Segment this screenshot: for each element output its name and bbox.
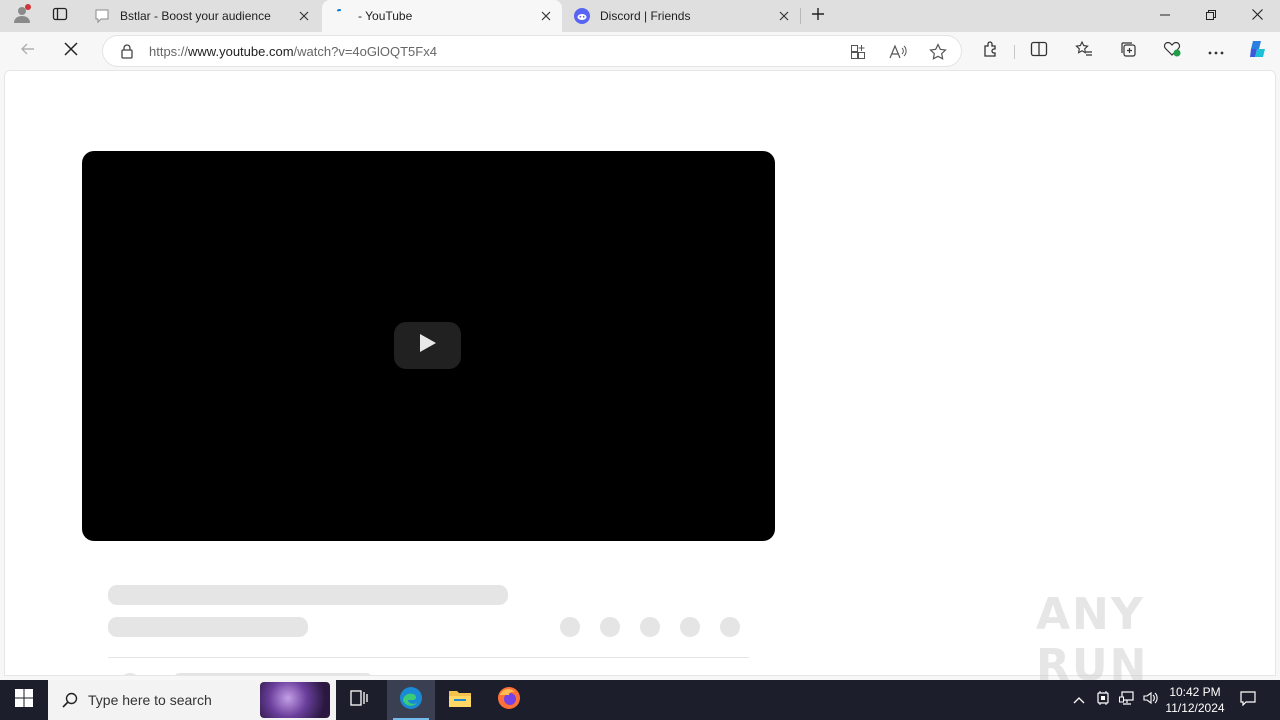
- lock-icon[interactable]: [119, 43, 135, 59]
- search-icon: [60, 690, 80, 710]
- read-aloud-icon[interactable]: [887, 41, 909, 63]
- tab-actions-icon: [52, 6, 68, 27]
- collections-icon: [1119, 40, 1137, 63]
- url-host: www.youtube.com: [188, 44, 294, 59]
- action-placeholder: [680, 617, 700, 637]
- tab-discord[interactable]: Discord | Friends: [564, 0, 800, 32]
- action-placeholder: [560, 617, 580, 637]
- back-arrow-icon: [20, 41, 36, 62]
- task-view-button[interactable]: [336, 680, 384, 720]
- loading-icon: [332, 8, 348, 24]
- url-text[interactable]: https://www.youtube.com/watch?v=4oGlOQT5…: [149, 44, 437, 59]
- device-tray-button[interactable]: [1092, 680, 1114, 720]
- search-placeholder: Type here to search: [88, 692, 212, 708]
- more-dots-icon: [1208, 42, 1224, 60]
- tab-actions-button[interactable]: [46, 2, 74, 30]
- copilot-button[interactable]: [1244, 37, 1272, 65]
- network-tray-button[interactable]: [1116, 680, 1138, 720]
- clock-time: 10:42 PM: [1169, 685, 1221, 699]
- plus-icon: [811, 7, 825, 26]
- restore-button[interactable]: [1188, 0, 1234, 32]
- speaker-icon: [1143, 690, 1159, 711]
- action-placeholder: [640, 617, 660, 637]
- play-icon: [419, 333, 437, 358]
- notifications-button[interactable]: [1234, 680, 1262, 720]
- tab-youtube[interactable]: - YouTube: [322, 0, 562, 32]
- new-tab-button[interactable]: [804, 2, 832, 30]
- url-scheme: https://: [149, 44, 189, 59]
- windows-logo-icon: [15, 688, 33, 712]
- restore-icon: [1206, 7, 1216, 25]
- system-clock[interactable]: 10:42 PM 11/12/2024: [1160, 684, 1230, 716]
- browser-toolbar: https://www.youtube.com/watch?v=4oGlOQT5…: [0, 32, 1280, 70]
- anyrun-watermark: ANY RUN: [1036, 589, 1149, 691]
- network-icon: [1119, 690, 1135, 711]
- split-screen-icon: [1030, 40, 1048, 63]
- chevron-up-icon: [1073, 691, 1085, 709]
- play-button[interactable]: [394, 322, 461, 369]
- device-icon: [1096, 690, 1110, 711]
- tab-title: Discord | Friends: [600, 9, 691, 23]
- heart-pulse-icon: [1163, 40, 1181, 63]
- volume-tray-button[interactable]: [1140, 680, 1162, 720]
- tab-bstlar[interactable]: Bstlar - Boost your audience: [84, 0, 320, 32]
- close-window-button[interactable]: [1234, 0, 1280, 32]
- favorite-star-icon[interactable]: [927, 41, 949, 63]
- firefox-button[interactable]: [485, 680, 533, 720]
- task-view-icon: [350, 689, 370, 712]
- chat-bubble-icon: [94, 8, 110, 24]
- action-placeholder: [720, 617, 740, 637]
- close-tab-icon[interactable]: [536, 6, 556, 26]
- profile-avatar-icon: [12, 3, 32, 29]
- minimize-button[interactable]: [1142, 0, 1188, 32]
- action-placeholder: [600, 617, 620, 637]
- divider: [108, 657, 749, 658]
- close-tab-icon[interactable]: [774, 6, 794, 26]
- edge-taskbar-button[interactable]: [387, 680, 435, 720]
- settings-more-button[interactable]: [1202, 37, 1230, 65]
- close-icon: [1251, 7, 1263, 25]
- address-bar[interactable]: https://www.youtube.com/watch?v=4oGlOQT5…: [102, 35, 962, 67]
- show-hidden-icons-button[interactable]: [1068, 680, 1090, 720]
- discord-icon: [574, 8, 590, 24]
- edge-icon: [399, 686, 423, 715]
- tab-title: Bstlar - Boost your audience: [120, 9, 271, 23]
- notification-icon: [1240, 690, 1256, 711]
- close-tab-icon[interactable]: [294, 6, 314, 26]
- tab-separator: [800, 8, 801, 24]
- video-player[interactable]: [82, 151, 775, 541]
- taskbar-search[interactable]: Type here to search: [48, 680, 336, 720]
- channel-placeholder: [108, 617, 308, 637]
- avatar-placeholder: [120, 673, 140, 675]
- browser-essentials-button[interactable]: [1158, 37, 1186, 65]
- profile-button[interactable]: [8, 2, 36, 30]
- minimize-icon: [1160, 7, 1170, 25]
- back-button[interactable]: [13, 36, 43, 66]
- windows-taskbar: Type here to search 10:42 PM 11/12/2024: [0, 680, 1280, 720]
- search-highlight-image: [260, 682, 330, 718]
- close-icon: [64, 41, 78, 61]
- start-button[interactable]: [0, 680, 48, 720]
- tab-strip: Bstlar - Boost your audience - YouTube D…: [0, 0, 1280, 32]
- folder-icon: [448, 688, 472, 713]
- url-path: /watch?v=4oGlOQT5Fx4: [293, 44, 437, 59]
- clock-date: 11/12/2024: [1165, 701, 1225, 715]
- title-placeholder: [108, 585, 508, 605]
- puzzle-icon: [982, 40, 1000, 63]
- collections-button[interactable]: [1114, 37, 1142, 65]
- firefox-icon: [497, 686, 521, 715]
- favorites-button[interactable]: [1070, 37, 1098, 65]
- web-page: [4, 70, 1276, 676]
- file-explorer-button[interactable]: [436, 680, 484, 720]
- copilot-icon: [1247, 38, 1269, 65]
- split-screen-button[interactable]: [1025, 37, 1053, 65]
- toolbar-separator: [1014, 45, 1015, 59]
- favorites-list-icon: [1075, 40, 1093, 63]
- stop-loading-button[interactable]: [56, 36, 86, 66]
- app-available-icon[interactable]: [847, 41, 869, 63]
- description-placeholder: [173, 673, 373, 675]
- extensions-button[interactable]: [977, 37, 1005, 65]
- tab-title: - YouTube: [358, 9, 413, 23]
